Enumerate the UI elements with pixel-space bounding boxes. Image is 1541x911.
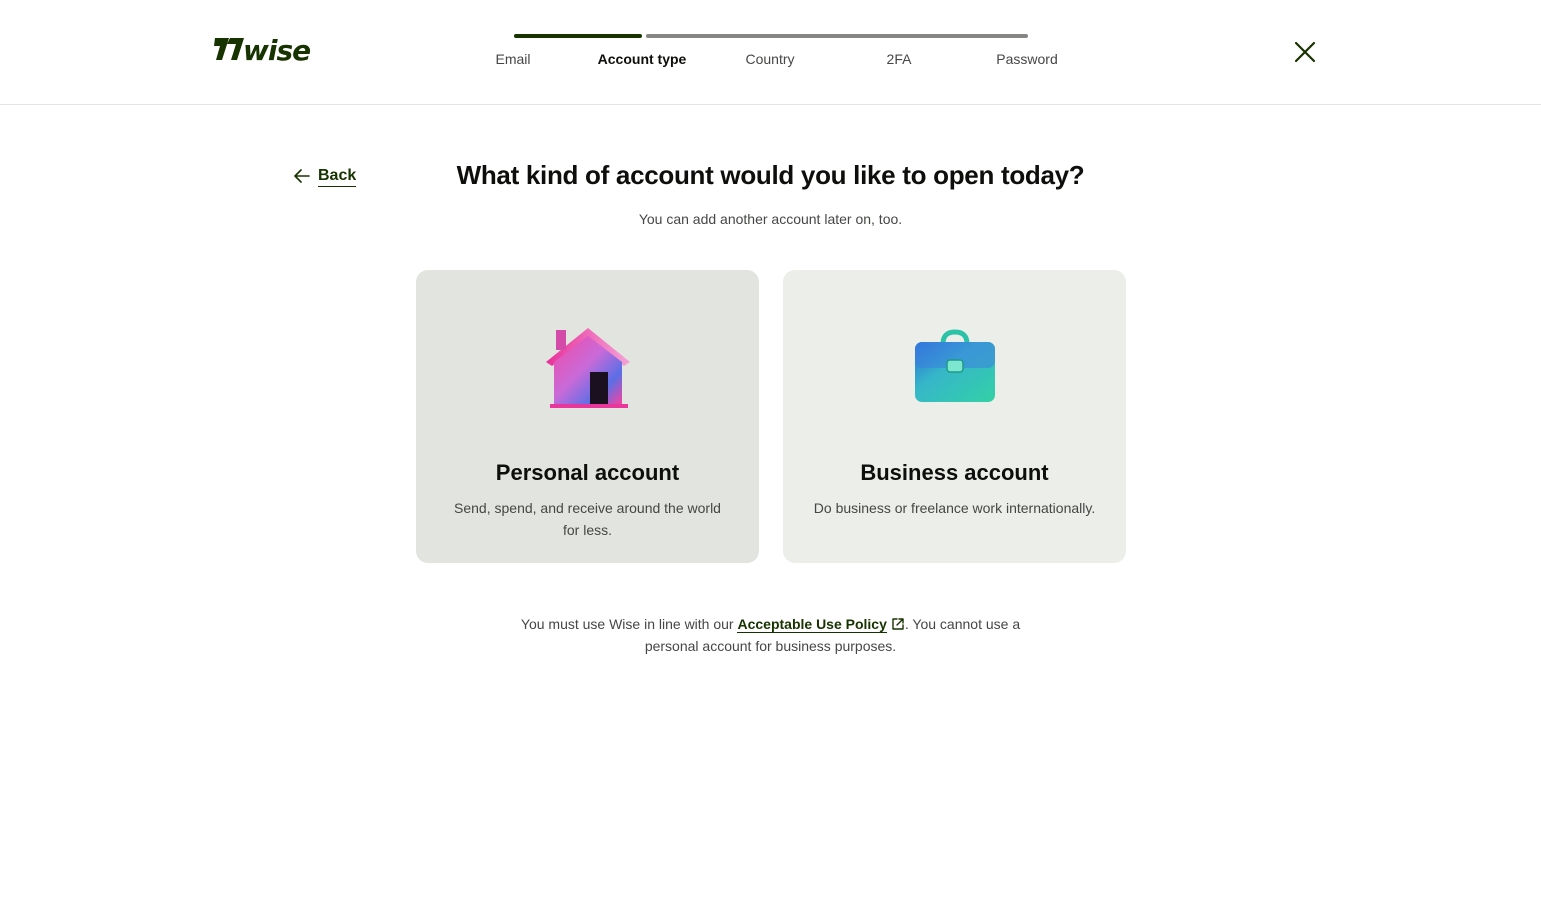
close-icon: [1294, 41, 1316, 63]
wise-logo[interactable]: wise: [213, 32, 323, 66]
stepper-progress-complete: [514, 34, 642, 38]
business-account-description: Do business or freelance work internatio…: [813, 500, 1096, 516]
external-link-icon: [892, 618, 904, 630]
business-account-card[interactable]: Business account Do business or freelanc…: [783, 270, 1126, 563]
page-subtitle: You can add another account later on, to…: [638, 211, 903, 227]
top-bar: wise Email Account type Country 2FA Pass…: [0, 0, 1541, 105]
signup-stepper: Email Account type Country 2FA Password: [449, 32, 1092, 72]
step-account-type: Account type: [597, 51, 687, 67]
acceptable-use-prefix: You must use Wise in line with our: [520, 616, 738, 632]
stepper-progress-remaining: [646, 34, 1028, 38]
personal-account-title: Personal account: [495, 460, 680, 485]
step-email[interactable]: Email: [449, 51, 577, 67]
acceptable-use-policy-link[interactable]: Acceptable Use Policy: [737, 616, 887, 633]
step-country: Country: [745, 51, 795, 67]
house-icon: [416, 322, 759, 418]
step-2fa: 2FA: [886, 51, 912, 67]
personal-account-card[interactable]: Personal account Send, spend, and receiv…: [416, 270, 759, 563]
personal-account-description: Send, spend, and receive around the worl…: [454, 500, 721, 538]
step-password: Password: [996, 51, 1058, 67]
svg-text:wise: wise: [243, 34, 310, 66]
business-account-title: Business account: [860, 460, 1049, 485]
page-title: What kind of account would you like to o…: [456, 160, 1085, 190]
briefcase-icon: [783, 322, 1126, 418]
stepper-progress-bar: [514, 34, 1028, 38]
acceptable-use-note: You must use Wise in line with our Accep…: [505, 613, 1036, 657]
close-button[interactable]: [1289, 36, 1321, 68]
